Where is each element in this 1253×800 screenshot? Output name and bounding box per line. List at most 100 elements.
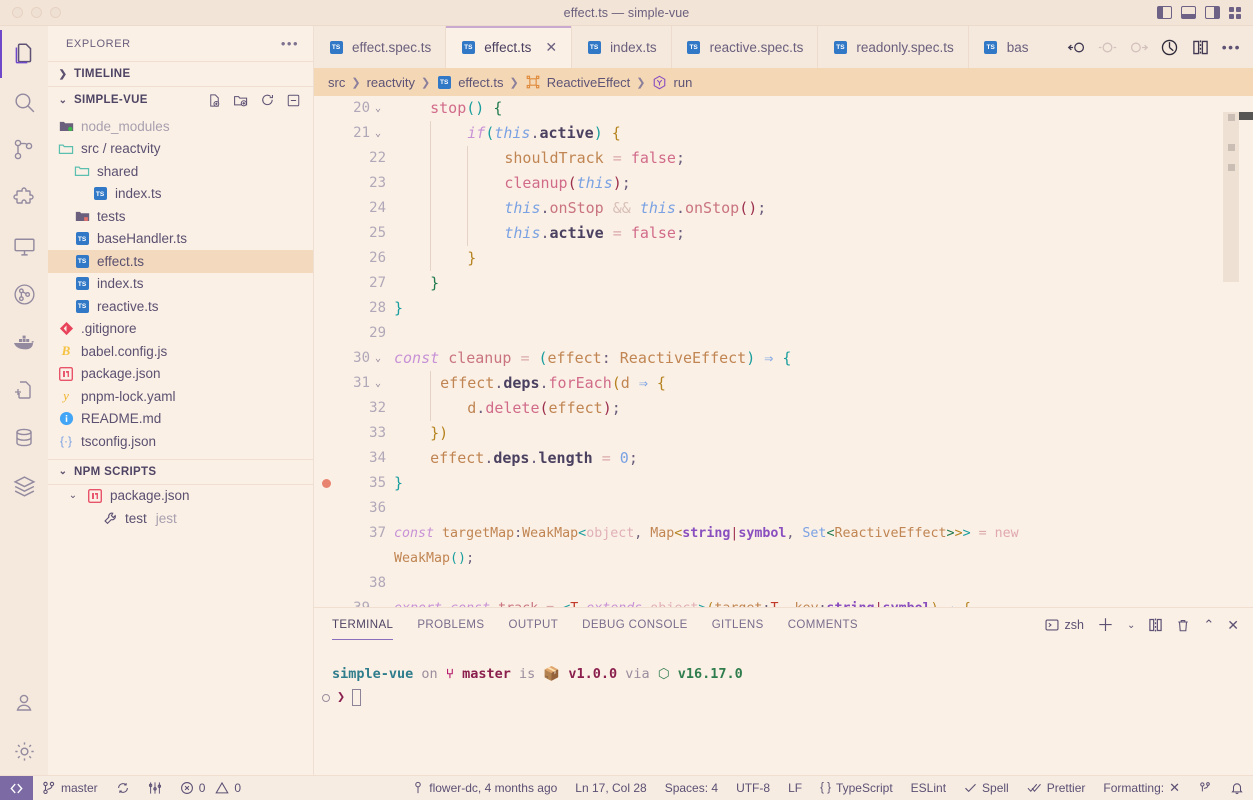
status-formatting[interactable]: Formatting: ✕ [1094,776,1189,800]
step-over-icon[interactable] [1098,39,1117,56]
terminal-profile-chevron-icon[interactable]: ⌄ [1127,620,1135,631]
activity-source-control[interactable] [0,126,48,174]
activity-layers[interactable] [0,462,48,510]
kill-terminal-icon[interactable] [1176,618,1190,633]
status-indentation[interactable]: Spaces: 4 [656,776,727,800]
activity-docker[interactable] [0,318,48,366]
more-actions-icon[interactable]: ••• [1222,39,1241,55]
toggle-panel-icon[interactable] [1181,6,1196,19]
sidebar-section-project[interactable]: ⌄ SIMPLE-VUE [48,87,313,113]
scrollbar-thumb[interactable] [1239,112,1253,120]
maximize-panel-icon[interactable]: ⌃ [1203,617,1214,633]
panel-tab-output[interactable]: OUTPUT [508,608,558,642]
breakpoint-icon[interactable] [322,479,331,488]
tree-row-gitignore[interactable]: .gitignore [48,318,313,341]
npm-scripts-header[interactable]: ⌄ NPM SCRIPTS [48,458,313,485]
fold-chevron-icon[interactable]: ⌄ [370,596,386,607]
status-sync[interactable] [107,776,139,800]
new-folder-icon[interactable] [233,93,249,108]
panel-tab-problems[interactable]: PROBLEMS [417,608,484,642]
fold-chevron-icon[interactable]: ⌄ [370,371,386,396]
npm-row-package-json[interactable]: ⌄ package.json [48,485,313,508]
editor-minimap[interactable] [1223,96,1239,607]
tree-row-reactive-ts[interactable]: TS reactive.ts [48,295,313,318]
status-encoding[interactable]: UTF-8 [727,776,779,800]
activity-new-file[interactable] [0,366,48,414]
tree-row-babel-config-js[interactable]: B babel.config.js [48,340,313,363]
breadcrumb-item-run[interactable]: run [674,75,693,90]
panel-tab-debug-console[interactable]: DEBUG CONSOLE [582,608,688,642]
tree-row-tests[interactable]: tests [48,205,313,228]
activity-database[interactable] [0,414,48,462]
breadcrumb-item-reactvity[interactable]: reactvity [367,75,415,90]
tree-row-basehandler-ts[interactable]: TS baseHandler.ts [48,228,313,251]
editor-vertical-scrollbar[interactable] [1239,96,1253,607]
new-terminal-icon[interactable]: ＋ [1097,617,1114,634]
status-eslint[interactable]: ESLint [902,776,955,800]
panel-tab-terminal[interactable]: TERMINAL [332,608,394,642]
status-eol[interactable]: LF [779,776,811,800]
status-branch[interactable]: master [33,776,107,800]
tree-row-src-reactvity[interactable]: src / reactvity [48,138,313,161]
tree-row-readme-md[interactable]: README.md [48,408,313,431]
close-icon[interactable]: ✕ [545,40,557,54]
customize-layout-icon[interactable] [1229,6,1241,19]
split-terminal-icon[interactable] [1148,618,1163,632]
breadcrumb-item-effect-ts[interactable]: effect.ts [458,75,503,90]
collapse-all-icon[interactable] [286,93,301,108]
refresh-icon[interactable] [260,93,275,108]
status-git-blame[interactable]: flower-dc, 4 months ago [403,776,566,800]
panel-tab-comments[interactable]: COMMENTS [788,608,858,642]
tab-readonly-spec-ts[interactable]: TS readonly.spec.ts [818,26,969,68]
sidebar-section-timeline[interactable]: ❯ TIMELINE [48,61,313,87]
fold-chevron-icon[interactable]: ⌄ [370,346,386,371]
tab-index-ts[interactable]: TS index.ts [572,26,672,68]
activity-extensions[interactable] [0,174,48,222]
status-remote-indicator[interactable] [0,775,33,800]
tab-effect-spec-ts[interactable]: TS effect.spec.ts [314,26,447,68]
fold-chevron-icon[interactable]: ⌄ [370,121,386,146]
panel-tab-gitlens[interactable]: GITLENS [712,608,764,642]
status-prettier[interactable]: Prettier [1018,776,1095,800]
tree-row-pnpm-lock-yaml[interactable]: y pnpm-lock.yaml [48,385,313,408]
tree-row-effect-ts[interactable]: TS effect.ts [48,250,313,273]
tree-row-shared[interactable]: shared [48,160,313,183]
toggle-primary-sidebar-icon[interactable] [1157,6,1172,19]
tree-row-shared-index-ts[interactable]: TS index.ts [48,183,313,206]
ellipsis-icon[interactable]: ••• [281,36,299,51]
new-file-icon[interactable] [207,93,222,108]
step-into-icon[interactable] [1129,39,1148,56]
step-back-icon[interactable] [1067,39,1086,56]
activity-explorer[interactable] [0,30,48,78]
run-icon[interactable] [1160,38,1179,57]
tree-row-node-modules[interactable]: node_modules [48,115,313,138]
toggle-secondary-sidebar-icon[interactable] [1205,6,1220,19]
activity-accounts[interactable] [0,679,48,727]
breadcrumb-item-reactiveeffect[interactable]: ReactiveEffect [547,75,631,90]
status-problems[interactable]: 0 0 [171,776,250,800]
tab-reactive-spec-ts[interactable]: TS reactive.spec.ts [672,26,819,68]
npm-row-script-test[interactable]: test jest [48,507,313,530]
activity-gitlens[interactable] [0,270,48,318]
status-language-mode[interactable]: { } TypeScript [811,776,902,800]
tab-bas[interactable]: TS bas [969,26,1033,68]
status-git-graph[interactable] [139,776,171,800]
tree-row-tsconfig-json[interactable]: {·} tsconfig.json [48,430,313,453]
terminal-prompt-row[interactable]: ❯ [322,687,1253,708]
status-remote-account[interactable] [1189,776,1221,800]
terminal-selector[interactable]: zsh [1044,618,1084,632]
activity-search[interactable] [0,78,48,126]
fold-chevron-icon[interactable]: ⌄ [370,96,386,121]
tree-row-index-ts[interactable]: TS index.ts [48,273,313,296]
split-editor-icon[interactable] [1191,39,1210,56]
status-cursor-position[interactable]: Ln 17, Col 28 [566,776,655,800]
breadcrumb-item-src[interactable]: src [328,75,345,90]
tree-row-package-json[interactable]: package.json [48,363,313,386]
status-notifications[interactable] [1221,776,1253,800]
status-spell[interactable]: Spell [955,776,1018,800]
code-editor[interactable]: 20 ⌄ stop() { 21 ⌄ if(this.active) { 22 sh… [314,96,1253,607]
activity-remote-explorer[interactable] [0,222,48,270]
activity-settings[interactable] [0,727,48,775]
close-icon[interactable]: ✕ [1169,780,1180,796]
close-panel-icon[interactable]: ✕ [1227,617,1239,634]
